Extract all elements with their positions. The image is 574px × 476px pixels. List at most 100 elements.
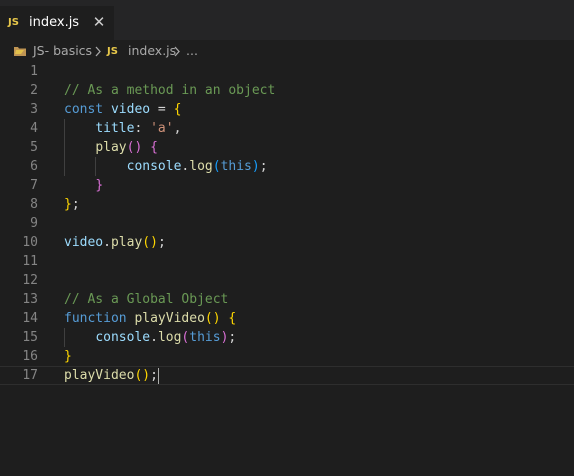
- js-file-icon: JS: [107, 46, 118, 57]
- breadcrumb-folder[interactable]: JS- basics: [33, 43, 92, 58]
- code-line[interactable]: 7 }: [0, 176, 574, 195]
- code-token: ): [251, 159, 260, 174]
- code-token: .: [150, 330, 158, 345]
- code-token: ;: [150, 368, 158, 383]
- breadcrumb-symbols[interactable]: ...: [186, 43, 198, 58]
- close-icon[interactable]: ✕: [92, 14, 106, 30]
- code-token: this: [189, 330, 221, 345]
- editor-window: JS index.js ✕ JS- basics JS index.js ...…: [0, 0, 574, 476]
- code-token: // As a method in an object: [64, 83, 276, 98]
- code-token: {: [228, 311, 237, 326]
- line-number: 16: [22, 349, 38, 364]
- code-text: video.play();: [64, 233, 166, 252]
- code-line[interactable]: 15 console.log(this);: [0, 328, 574, 347]
- line-number: 5: [30, 140, 38, 155]
- code-line[interactable]: 10 video.play();: [0, 233, 574, 252]
- code-line[interactable]: 13 // As a Global Object: [0, 290, 574, 309]
- code-token: .: [103, 235, 111, 250]
- code-line[interactable]: 4 title: 'a',: [0, 119, 574, 138]
- code-line[interactable]: 2 // As a method in an object: [0, 81, 574, 100]
- code-token: play: [95, 140, 127, 155]
- code-token: title: [95, 121, 135, 136]
- code-token: }: [64, 349, 72, 364]
- code-token: 'a': [150, 121, 174, 136]
- code-token: playVideo: [134, 311, 205, 326]
- code-text: title: 'a',: [64, 119, 181, 138]
- js-file-icon: JS: [8, 17, 19, 28]
- tab-index-js[interactable]: JS index.js ✕: [0, 6, 114, 40]
- code-line[interactable]: 12: [0, 271, 574, 290]
- folder-icon: [14, 47, 26, 56]
- code-token: {: [173, 102, 182, 117]
- code-token: (): [126, 140, 143, 155]
- code-text: }: [64, 347, 72, 366]
- code-line[interactable]: 9: [0, 214, 574, 233]
- line-number: 10: [22, 235, 38, 250]
- line-number: 2: [30, 83, 38, 98]
- line-number: 14: [22, 311, 38, 326]
- code-token: play: [110, 235, 143, 250]
- code-text: console.log(this);: [64, 157, 268, 176]
- line-number: 7: [30, 178, 38, 193]
- breadcrumb-file[interactable]: index.js: [128, 43, 176, 58]
- line-number: 1: [30, 64, 38, 79]
- line-number: 8: [30, 197, 38, 212]
- code-token: :: [134, 121, 151, 136]
- code-text: playVideo();: [64, 367, 159, 384]
- code-text: // As a method in an object: [64, 81, 275, 100]
- code-line[interactable]: 8};: [0, 195, 574, 214]
- line-number: 15: [22, 330, 38, 345]
- code-text: };: [64, 195, 80, 214]
- line-number: 13: [22, 292, 38, 307]
- line-number: 6: [30, 159, 38, 174]
- line-number: 9: [30, 216, 38, 231]
- tab-label: index.js: [29, 15, 80, 30]
- code-token: log: [189, 159, 213, 174]
- code-line[interactable]: 6 console.log(this);: [0, 157, 574, 176]
- code-token: }: [95, 178, 104, 193]
- chevron-right-icon: [174, 46, 180, 57]
- text-cursor: [157, 367, 159, 384]
- code-editor[interactable]: 1 2// As a method in an object 3 const vide…: [0, 62, 574, 476]
- code-token: ;: [259, 159, 268, 174]
- code-token: (): [204, 311, 221, 326]
- code-text: function playVideo() {: [64, 309, 236, 328]
- line-number: 12: [22, 273, 38, 288]
- code-token: (): [142, 235, 158, 250]
- code-text: const video = {: [64, 100, 181, 119]
- code-line[interactable]: 3 const video = {: [0, 100, 574, 119]
- code-token: const: [64, 102, 104, 117]
- code-token: playVideo: [64, 368, 135, 383]
- code-token: (): [134, 368, 151, 383]
- code-text: }: [64, 176, 103, 195]
- code-token: ;: [228, 330, 237, 345]
- code-token: }: [64, 197, 72, 212]
- code-token: =: [150, 102, 174, 117]
- code-line[interactable]: 17 playVideo();: [0, 366, 574, 385]
- tab-bar: JS index.js ✕: [0, 6, 574, 40]
- code-line[interactable]: 5 play() {: [0, 138, 574, 157]
- code-token: video: [64, 235, 104, 250]
- code-token: // As a Global Object: [64, 292, 229, 307]
- code-token: ;: [71, 197, 80, 212]
- code-token: this: [220, 159, 252, 174]
- code-line[interactable]: 16}: [0, 347, 574, 366]
- code-line[interactable]: 1: [0, 62, 574, 81]
- code-token: ,: [173, 121, 182, 136]
- code-token: log: [157, 330, 182, 345]
- chevron-right-icon: [95, 46, 101, 57]
- code-text: // As a Global Object: [64, 290, 228, 309]
- code-line[interactable]: 14 function playVideo() {: [0, 309, 574, 328]
- code-token: function: [64, 311, 127, 326]
- code-line[interactable]: 11: [0, 252, 574, 271]
- code-token: console: [126, 159, 182, 174]
- line-number: 3: [30, 102, 38, 117]
- code-text: play() {: [64, 138, 158, 157]
- code-token: ;: [157, 235, 166, 250]
